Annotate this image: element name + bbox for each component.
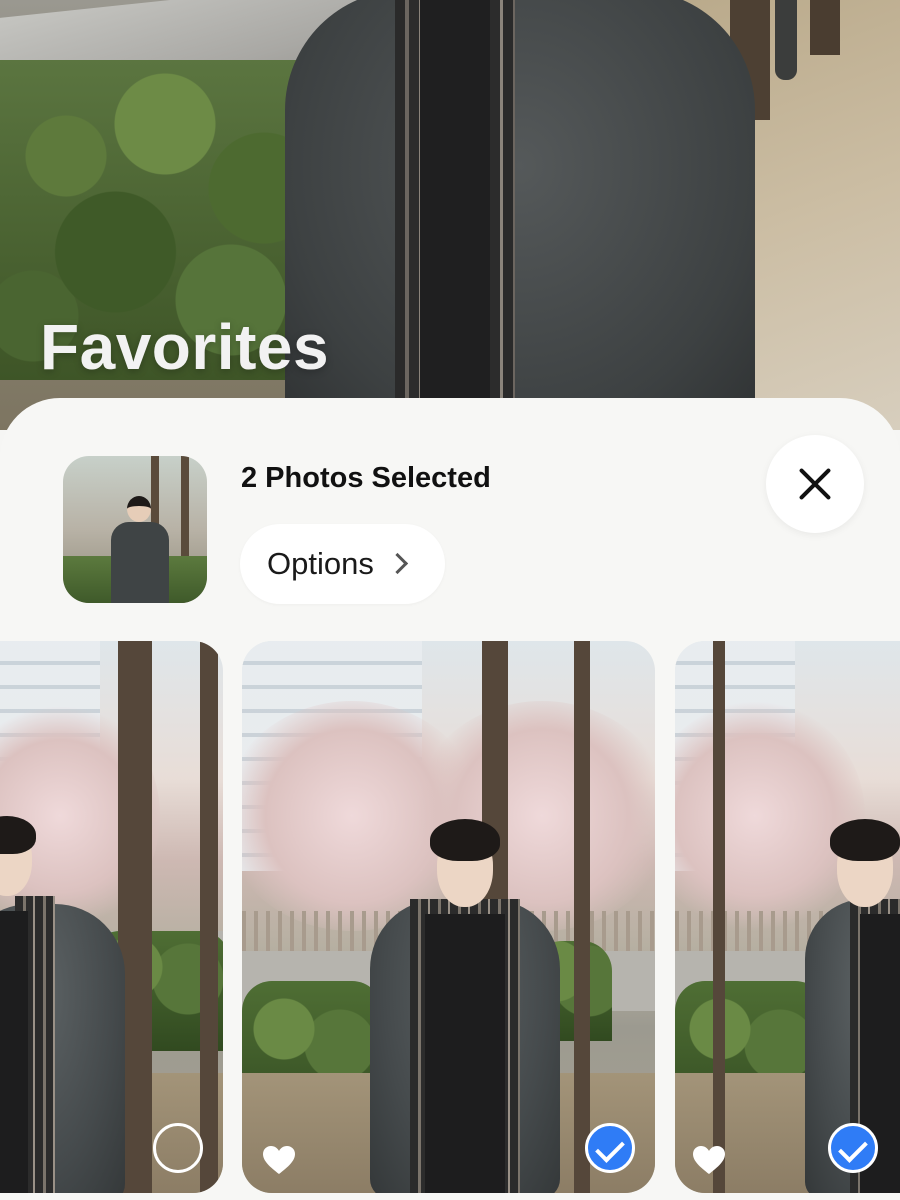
checkmark-circle-icon[interactable] [585, 1123, 635, 1173]
thumb-person [109, 496, 171, 603]
photo-tree-trunk [574, 641, 590, 1193]
options-label: Options [267, 546, 374, 581]
album-title: Favorites [40, 311, 330, 383]
photo-jacket [285, 0, 755, 430]
photo-tshirt [0, 911, 28, 1193]
photo-hair [0, 816, 36, 854]
photo-card[interactable] [0, 641, 223, 1193]
photo-tree-trunk [713, 641, 725, 1193]
selection-count-title: 2 Photos Selected [241, 462, 491, 494]
thumb-head [127, 496, 151, 522]
photo-person [370, 819, 560, 1193]
photo-card[interactable] [242, 641, 655, 1193]
heart-icon-glyph [693, 1146, 725, 1174]
photo-person [0, 816, 130, 1193]
photo-card[interactable] [675, 641, 900, 1193]
photo-tree-trunk [200, 641, 218, 1193]
heart-icon[interactable] [262, 1145, 296, 1175]
selection-thumbnail [63, 456, 207, 603]
photo-tshirt [420, 0, 490, 410]
thumb-body [111, 522, 169, 603]
heart-icon-glyph [263, 1146, 295, 1174]
photo-tshirt [425, 914, 505, 1193]
options-button[interactable]: Options [240, 524, 445, 604]
empty-circle-icon[interactable] [153, 1123, 203, 1173]
chevron-right-icon [390, 553, 404, 575]
checkmark-circle-icon[interactable] [828, 1123, 878, 1173]
close-icon[interactable] [766, 435, 864, 533]
photo-hair [830, 819, 900, 861]
selection-header: 2 Photos Selected Options [0, 398, 900, 638]
photo-hair [430, 819, 500, 861]
photo-tree-trunk [810, 0, 840, 55]
photo-lamp-post [775, 0, 797, 80]
heart-icon[interactable] [692, 1145, 726, 1175]
